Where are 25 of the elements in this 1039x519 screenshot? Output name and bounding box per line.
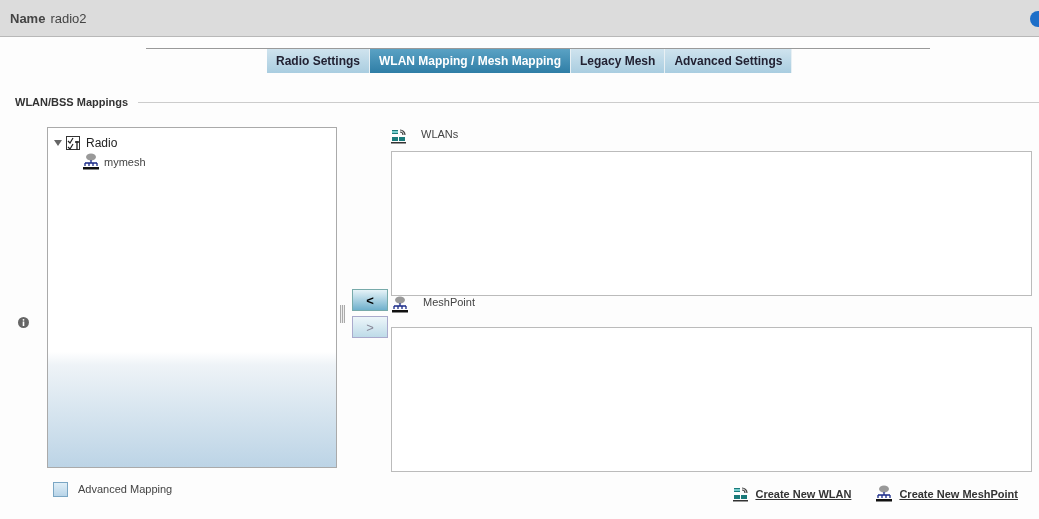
tab[interactable]: Radio Settings [267,49,370,73]
checkbox-label: Advanced Mapping [78,483,173,495]
tab[interactable]: WLAN Mapping / Mesh Mapping [370,49,571,73]
create-link[interactable]: Create New MeshPoint [899,488,1018,500]
expanded-arrow-icon[interactable] [54,139,62,147]
tree-item[interactable]: Radio [86,136,118,150]
move-button[interactable]: < [352,289,388,311]
checkbox[interactable] [53,481,68,497]
list-title: MeshPoint [423,296,475,308]
wlan-icon [733,486,750,502]
tab[interactable]: Advanced Settings [665,49,793,73]
tab[interactable]: Legacy Mesh [571,49,666,73]
name-label: Name [10,10,46,26]
info-icon[interactable] [18,317,29,328]
radio-checklist-icon [66,135,82,151]
network-icon [82,153,100,171]
name-value: radio2 [50,10,87,26]
list-title: WLANs [421,128,459,140]
network-icon [875,485,894,503]
wlan-icon [391,128,407,144]
network-icon [391,296,409,314]
tree-item[interactable]: mymesh [104,156,146,168]
create-link[interactable]: Create New WLAN [755,488,852,500]
section-title: WLAN/BSS Mappings [15,96,129,108]
resize-handle[interactable] [340,305,345,323]
